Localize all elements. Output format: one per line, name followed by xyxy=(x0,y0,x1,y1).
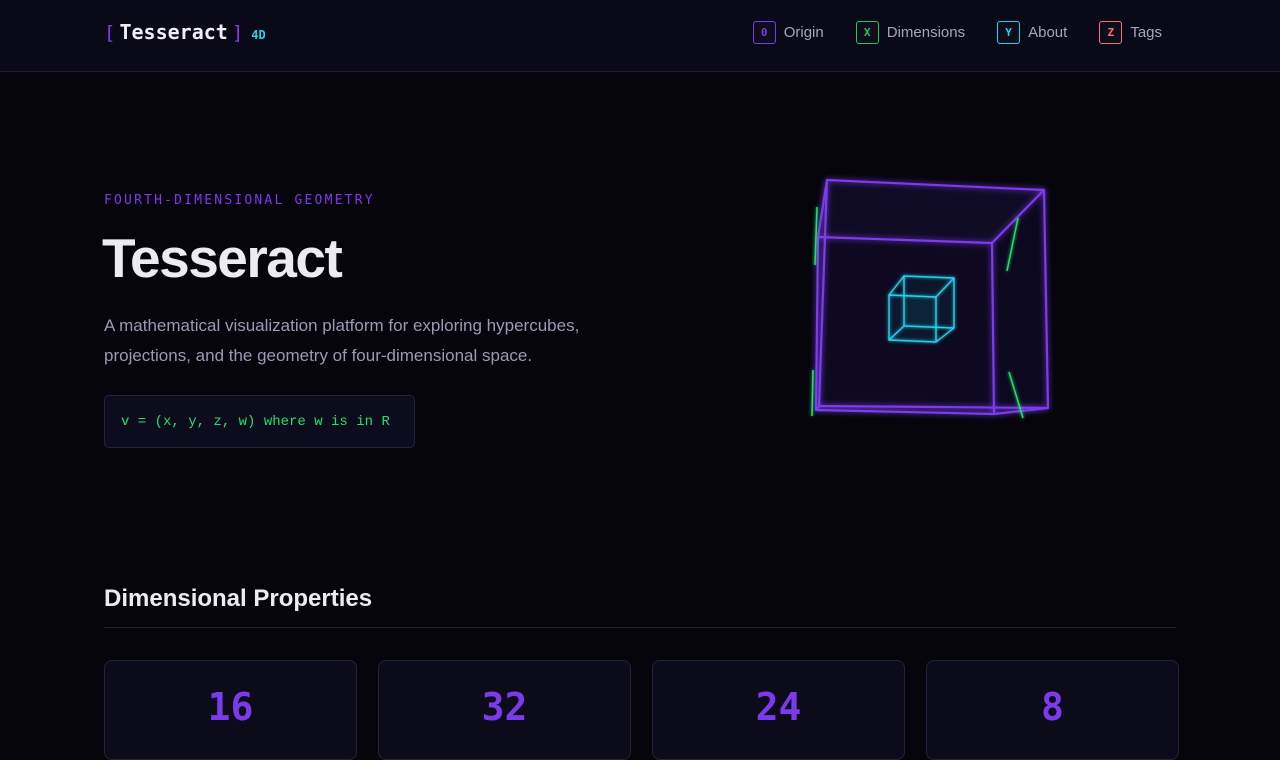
property-card: 24 xyxy=(652,660,905,760)
nav-label-origin: Origin xyxy=(783,23,824,41)
property-value: 8 xyxy=(1041,685,1064,729)
hero-description: A mathematical visualization platform fo… xyxy=(104,316,580,365)
nav-label-dimensions: Dimensions xyxy=(886,23,966,41)
hero-eyebrow: FOURTH-DIMENSIONAL GEOMETRY xyxy=(104,193,375,208)
main-nav: 0 Origin X Dimensions Y About Z Tags xyxy=(752,20,1162,44)
hero-title: Tesseract xyxy=(102,227,343,289)
property-card: 32 xyxy=(378,660,631,760)
nav-key-tags: Z xyxy=(1099,20,1123,44)
property-value: 24 xyxy=(755,685,802,729)
section-divider xyxy=(104,627,1176,628)
tesseract-wireframe-icon xyxy=(811,178,1050,419)
formula-text: v = (x, y, z, w) where w is in R xyxy=(121,413,390,430)
site-logo[interactable]: [ Tesseract ] 4D xyxy=(104,20,266,48)
logo-badge: 4D xyxy=(251,28,266,42)
property-value: 32 xyxy=(481,685,528,729)
property-card: 16 xyxy=(104,660,357,760)
property-value: 16 xyxy=(207,685,254,729)
nav-key-origin: 0 xyxy=(752,20,776,44)
logo-bracket-open: [ xyxy=(104,22,116,44)
nav-label-tags: Tags xyxy=(1130,23,1162,41)
logo-bracket-close: ] xyxy=(231,22,244,44)
property-card: 8 xyxy=(926,660,1179,760)
site-header: [ Tesseract ] 4D 0 Origin X Dimensions Y… xyxy=(0,0,1280,72)
nav-item-about[interactable]: Y About xyxy=(997,20,1067,44)
nav-key-about: Y xyxy=(997,20,1021,44)
nav-item-origin[interactable]: 0 Origin xyxy=(752,20,824,44)
logo-name: Tesseract xyxy=(119,20,228,44)
formula-block: v = (x, y, z, w) where w is in R xyxy=(104,395,415,448)
nav-item-tags[interactable]: Z Tags xyxy=(1099,20,1162,44)
nav-item-dimensions[interactable]: X Dimensions xyxy=(855,20,966,44)
property-cards: 16 32 24 8 xyxy=(104,660,1179,760)
nav-label-about: About xyxy=(1028,23,1068,41)
section-title-dimensional-properties: Dimensional Properties xyxy=(104,585,373,612)
tesseract-visualization xyxy=(780,150,1080,450)
nav-key-dimensions: X xyxy=(855,20,879,44)
